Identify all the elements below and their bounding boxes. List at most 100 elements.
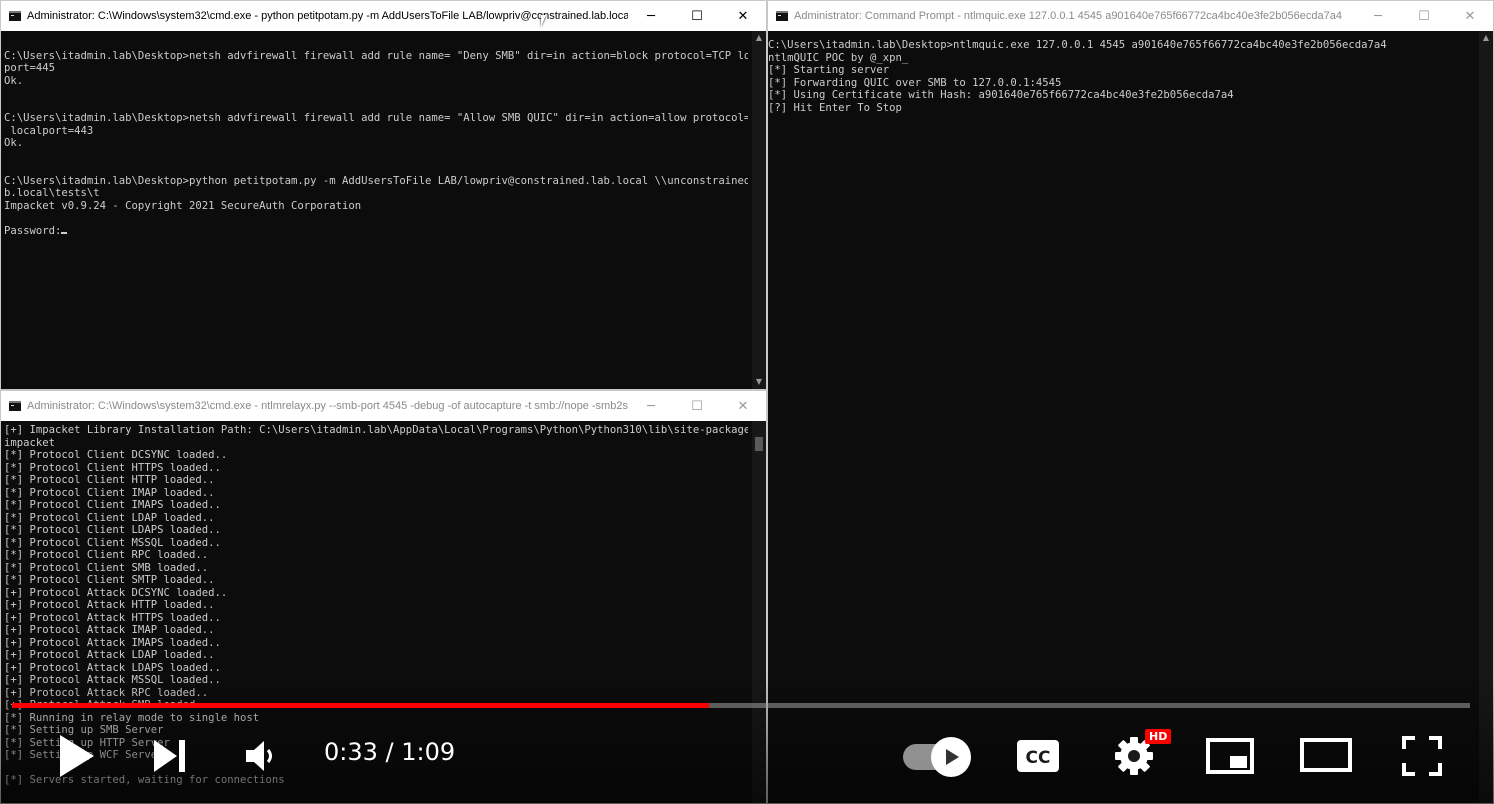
theater-mode-button[interactable] xyxy=(1300,738,1352,776)
console-line: [*] Protocol Client IMAP loaded.. xyxy=(4,486,215,499)
window-title: Administrator: C:\Windows\system32\cmd.e… xyxy=(27,10,628,22)
console-line: ntlmQUIC POC by @_xpn_ xyxy=(768,51,909,64)
minimize-button[interactable]: ─ xyxy=(628,1,674,31)
cmd-app-icon xyxy=(9,401,21,411)
console-line: C:\Users\itadmin.lab\Desktop>ntlmquic.ex… xyxy=(768,39,1387,51)
console-line: b.local\tests\t xyxy=(4,187,100,199)
window-title: Administrator: C:\Windows\system32\cmd.e… xyxy=(27,400,628,412)
time-display: 0:33 / 1:09 xyxy=(324,738,456,766)
console-line: C:\Users\itadmin.lab\Desktop>netsh advfi… xyxy=(4,112,748,124)
console-line: [*] Protocol Client HTTP loaded.. xyxy=(4,474,215,486)
console-line: [+] Protocol Attack DCSYNC loaded.. xyxy=(4,586,228,599)
console-line: [*] Using Certificate with Hash: a901640… xyxy=(768,89,1234,101)
console-line: port=445 xyxy=(4,62,56,74)
close-button[interactable]: ✕ xyxy=(1447,1,1493,31)
title-bar[interactable]: Administrator: C:\Windows\system32\cmd.e… xyxy=(1,391,766,421)
vertical-scrollbar[interactable]: ▲ xyxy=(1479,31,1493,803)
title-bar[interactable]: Administrator: C:\Windows\system32\cmd.e… xyxy=(1,1,766,31)
scroll-up-icon[interactable]: ▲ xyxy=(752,31,766,45)
title-bar[interactable]: Administrator: Command Prompt - ntlmquic… xyxy=(768,1,1493,31)
miniplayer-icon xyxy=(1206,738,1254,774)
next-icon xyxy=(154,740,185,772)
console-line: [+] Impacket Library Installation Path: … xyxy=(4,424,748,436)
console-line: C:\Users\itadmin.lab\Desktop>python peti… xyxy=(4,174,748,187)
console-line: [*] Starting server xyxy=(768,64,890,76)
console-line: [*] Protocol Client HTTPS loaded.. xyxy=(4,461,221,474)
console-line: [+] Protocol Attack MSSQL loaded.. xyxy=(4,674,221,686)
mouse-pointer-icon xyxy=(541,15,551,27)
captions-icon: CC xyxy=(1017,740,1059,772)
theater-icon xyxy=(1300,738,1352,772)
volume-button[interactable] xyxy=(243,738,279,778)
console-line: [*] Protocol Client MSSQL loaded.. xyxy=(4,536,221,549)
password-prompt-label: Password: xyxy=(4,224,62,237)
console-window-ntlmquic[interactable]: Administrator: Command Prompt - ntlmquic… xyxy=(767,0,1494,804)
console-line: Ok. xyxy=(4,137,24,149)
console-line: impacket xyxy=(4,436,56,449)
console-line: [*] Protocol Client DCSYNC loaded.. xyxy=(4,449,228,461)
console-line: C:\Users\itadmin.lab\Desktop>netsh advfi… xyxy=(4,49,748,62)
cmd-app-icon xyxy=(776,11,788,21)
console-line: [*] Servers started, waiting for connect… xyxy=(4,774,285,786)
console-line: localport=443 xyxy=(4,124,94,137)
volume-icon xyxy=(246,741,272,771)
progress-bar[interactable] xyxy=(12,703,1470,708)
close-button[interactable]: ✕ xyxy=(720,391,766,421)
console-line: [+] Protocol Attack LDAPS loaded.. xyxy=(4,661,221,674)
console-line: [*] Protocol Client LDAP loaded.. xyxy=(4,511,215,524)
maximize-button[interactable]: ☐ xyxy=(1401,1,1447,31)
console-output: C:\Users\itadmin.lab\Desktop>netsh advfi… xyxy=(4,37,748,389)
progress-played xyxy=(12,703,709,708)
console-line: [+] Protocol Attack IMAP loaded.. xyxy=(4,624,215,636)
fullscreen-button[interactable] xyxy=(1402,736,1442,780)
password-prompt[interactable]: Password: xyxy=(4,225,748,238)
scroll-down-icon[interactable]: ▼ xyxy=(752,375,766,389)
hd-badge: HD xyxy=(1145,729,1172,744)
svg-text:CC: CC xyxy=(1026,748,1051,768)
close-button[interactable]: ✕ xyxy=(720,1,766,31)
console-line: [*] Setting up SMB Server xyxy=(4,724,164,736)
vertical-scrollbar[interactable] xyxy=(752,421,766,803)
console-line: Ok. xyxy=(4,74,24,87)
console-line: [*] Protocol Client SMB loaded.. xyxy=(4,561,209,574)
vertical-scrollbar[interactable]: ▲ ▼ xyxy=(752,31,766,389)
maximize-button[interactable]: ☐ xyxy=(674,391,720,421)
play-icon xyxy=(60,735,94,777)
console-line: [*] Running in relay mode to single host xyxy=(4,711,260,724)
console-output: C:\Users\itadmin.lab\Desktop>ntlmquic.ex… xyxy=(768,39,1475,803)
cmd-app-icon xyxy=(9,11,21,21)
miniplayer-button[interactable] xyxy=(1206,738,1254,778)
console-line: [+] Protocol Attack HTTPS loaded.. xyxy=(4,611,221,624)
fullscreen-icon xyxy=(1402,736,1442,776)
captions-button[interactable]: CC xyxy=(1016,739,1060,777)
next-button[interactable] xyxy=(151,738,187,778)
console-line: [+] Protocol Attack HTTP loaded.. xyxy=(4,599,215,611)
autoplay-toggle-icon[interactable] xyxy=(931,737,971,777)
minimize-button[interactable]: ─ xyxy=(628,391,674,421)
console-line: Impacket v0.9.24 - Copyright 2021 Secure… xyxy=(4,199,362,212)
maximize-button[interactable]: ☐ xyxy=(674,1,720,31)
console-line: [+] Protocol Attack LDAP loaded.. xyxy=(4,649,215,661)
scroll-thumb[interactable] xyxy=(755,437,763,451)
console-window-netsh-petitpotam[interactable]: Administrator: C:\Windows\system32\cmd.e… xyxy=(0,0,767,390)
scroll-up-icon[interactable]: ▲ xyxy=(1479,31,1493,45)
console-line: [+] Protocol Attack IMAPS loaded.. xyxy=(4,636,221,649)
window-title: Administrator: Command Prompt - ntlmquic… xyxy=(794,10,1342,22)
console-line: [*] Protocol Client IMAPS loaded.. xyxy=(4,499,221,511)
console-line: [*] Protocol Client LDAPS loaded.. xyxy=(4,524,221,536)
console-line: [*] Protocol Client SMTP loaded.. xyxy=(4,574,215,586)
text-cursor xyxy=(61,231,68,234)
console-line: [+] Protocol Attack RPC loaded.. xyxy=(4,686,209,699)
console-line: [?] Hit Enter To Stop xyxy=(768,101,902,114)
play-button[interactable] xyxy=(56,733,96,783)
console-line: [*] Protocol Client RPC loaded.. xyxy=(4,549,209,561)
console-line: [*] Forwarding QUIC over SMB to 127.0.0.… xyxy=(768,76,1062,89)
minimize-button[interactable]: ─ xyxy=(1355,1,1401,31)
play-icon xyxy=(946,749,959,765)
